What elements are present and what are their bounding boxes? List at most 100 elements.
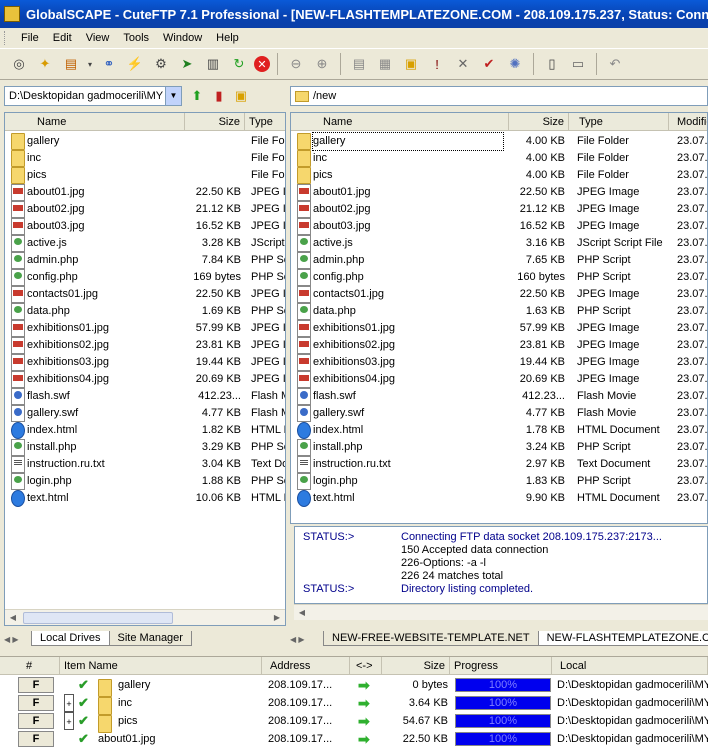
- file-row[interactable]: about01.jpg 22.50 KB JPEG Image 23.07.: [291, 184, 707, 201]
- disconnect-icon[interactable]: ⚡: [124, 53, 146, 75]
- file-row[interactable]: about02.jpg 21.12 KB JPEG Image 23.07.: [291, 201, 707, 218]
- queue-col-progress[interactable]: Progress: [450, 657, 552, 675]
- queue-row[interactable]: F ✔ gallery 208.109.17... ➡ 0 bytes 100% D:\Des…: [0, 676, 708, 697]
- file-row[interactable]: pics 4.00 KB File Folder 23.07.: [291, 167, 707, 184]
- open-site-icon[interactable]: ◎: [8, 53, 30, 75]
- tab-nav-arrows[interactable]: ◀ ▶: [290, 635, 324, 646]
- file-row[interactable]: gallery File Folder: [5, 133, 285, 150]
- scroll-right-icon[interactable]: ▶: [271, 612, 283, 624]
- file-row[interactable]: instruction.ru.txt 3.04 KB Text Document: [5, 456, 285, 473]
- scroll-left-icon[interactable]: ◀: [7, 612, 19, 624]
- download-arrow-icon[interactable]: ⊖: [285, 53, 307, 75]
- file-row[interactable]: index.html 1.82 KB HTML Document: [5, 422, 285, 439]
- file-row[interactable]: index.html 1.78 KB HTML Document 23.07.: [291, 422, 707, 439]
- queue-row[interactable]: F + ✔ inc 208.109.17... ➡ 3.64 KB 100% D:\Deskto…: [0, 694, 708, 715]
- queue-col-direction[interactable]: <->: [350, 657, 382, 675]
- local-col-size[interactable]: Size: [185, 113, 245, 131]
- queue-col-address[interactable]: Address: [262, 657, 350, 675]
- file-row[interactable]: exhibitions02.jpg 23.81 KB JPEG Image 23.07…: [291, 337, 707, 354]
- file-row[interactable]: instruction.ru.txt 2.97 KB Text Document 23…: [291, 456, 707, 473]
- file-row[interactable]: gallery.swf 4.77 KB Flash Movie: [5, 405, 285, 422]
- refresh-icon[interactable]: ↻: [228, 53, 250, 75]
- queue-col-local[interactable]: Local: [552, 657, 708, 675]
- local-horizontal-scrollbar[interactable]: ◀ ▶: [5, 609, 285, 625]
- file-row[interactable]: inc 4.00 KB File Folder 23.07.: [291, 150, 707, 167]
- remote-path-combo[interactable]: /new: [290, 86, 708, 106]
- file-row[interactable]: active.js 3.28 KB JScript Script File: [5, 235, 285, 252]
- tab-nav-arrows[interactable]: ◀ ▶: [4, 635, 32, 646]
- menu-view[interactable]: View: [79, 32, 117, 44]
- local-col-name[interactable]: Name: [5, 113, 185, 131]
- tab-site-new-free-website-template[interactable]: NEW-FREE-WEBSITE-TEMPLATE.NET: [323, 631, 539, 646]
- exclaim-icon[interactable]: !: [426, 53, 448, 75]
- file-row[interactable]: config.php 160 bytes PHP Script 23.07.: [291, 269, 707, 286]
- file-row[interactable]: data.php 1.69 KB PHP Script: [5, 303, 285, 320]
- upload-arrow-icon[interactable]: ⊕: [311, 53, 333, 75]
- file-row[interactable]: exhibitions02.jpg 23.81 KB JPEG Image: [5, 337, 285, 354]
- file-row[interactable]: login.php 1.83 KB PHP Script 23.07.: [291, 473, 707, 490]
- file-row[interactable]: text.html 9.90 KB HTML Document 23.07.: [291, 490, 707, 507]
- undo-icon[interactable]: ↶: [604, 53, 626, 75]
- file-row[interactable]: pics File Folder: [5, 167, 285, 184]
- file-row[interactable]: gallery.swf 4.77 KB Flash Movie 23.07.: [291, 405, 707, 422]
- queue-flag-button[interactable]: F: [18, 713, 54, 729]
- file-row[interactable]: data.php 1.63 KB PHP Script 23.07.: [291, 303, 707, 320]
- file-row[interactable]: gallery 4.00 KB File Folder 23.07.: [291, 132, 707, 151]
- dropdown-icon[interactable]: ▾: [86, 53, 94, 75]
- menu-file[interactable]: File: [14, 32, 46, 44]
- file-row[interactable]: active.js 3.16 KB JScript Script File 23.07…: [291, 235, 707, 252]
- remote-col-size[interactable]: Size: [509, 113, 569, 131]
- bookmark-icon[interactable]: ▮: [208, 85, 230, 107]
- view-icon[interactable]: ▤: [348, 53, 370, 75]
- tab-site-new-flashtemplatezone[interactable]: NEW-FLASHTEMPLATEZONE.COM: [537, 631, 708, 646]
- connect-icon[interactable]: ⚭: [98, 53, 120, 75]
- queue-row[interactable]: F ✔ about01.jpg 208.109.17... ➡ 22.50 KB 100% D…: [0, 730, 708, 748]
- folder-icon[interactable]: ▣: [230, 85, 252, 107]
- file-row[interactable]: contacts01.jpg 22.50 KB JPEG Image 23.07.: [291, 286, 707, 303]
- scroll-left-icon[interactable]: ◀: [296, 607, 308, 619]
- file-row[interactable]: inc File Folder: [5, 150, 285, 167]
- remote-col-name[interactable]: Name: [291, 113, 509, 131]
- menu-help[interactable]: Help: [209, 32, 246, 44]
- chevron-down-icon[interactable]: ▼: [165, 87, 181, 105]
- stop-icon[interactable]: ✕: [254, 56, 270, 72]
- queue-col-num[interactable]: #: [0, 657, 60, 675]
- file-row[interactable]: exhibitions03.jpg 19.44 KB JPEG Image: [5, 354, 285, 371]
- menu-edit[interactable]: Edit: [46, 32, 79, 44]
- file-row[interactable]: about02.jpg 21.12 KB JPEG Image: [5, 201, 285, 218]
- file-row[interactable]: exhibitions01.jpg 57.99 KB JPEG Image: [5, 320, 285, 337]
- file-row[interactable]: exhibitions04.jpg 20.69 KB JPEG Image: [5, 371, 285, 388]
- page-icon[interactable]: ▯: [541, 53, 563, 75]
- file-row[interactable]: flash.swf 412.23... Flash Movie: [5, 388, 285, 405]
- file-row[interactable]: text.html 10.06 KB HTML Document: [5, 490, 285, 507]
- edit-icon[interactable]: ▦: [374, 53, 396, 75]
- transfer-icon[interactable]: ➤: [176, 53, 198, 75]
- file-row[interactable]: contacts01.jpg 22.50 KB JPEG Image: [5, 286, 285, 303]
- scroll-thumb[interactable]: [23, 612, 173, 624]
- file-row[interactable]: about03.jpg 16.52 KB JPEG Image: [5, 218, 285, 235]
- queue-flag-button[interactable]: F: [18, 695, 54, 711]
- file-row[interactable]: install.php 3.29 KB PHP Script: [5, 439, 285, 456]
- file-row[interactable]: exhibitions03.jpg 19.44 KB JPEG Image 23.07…: [291, 354, 707, 371]
- menu-window[interactable]: Window: [156, 32, 209, 44]
- file-row[interactable]: about01.jpg 22.50 KB JPEG Image: [5, 184, 285, 201]
- remote-col-modified[interactable]: Modified: [669, 113, 707, 131]
- new-icon[interactable]: ▤: [60, 53, 82, 75]
- file-row[interactable]: exhibitions04.jpg 20.69 KB JPEG Image 23.07…: [291, 371, 707, 388]
- file-row[interactable]: flash.swf 412.23... Flash Movie 23.07.: [291, 388, 707, 405]
- delete-icon[interactable]: ✕: [452, 53, 474, 75]
- reconnect-icon[interactable]: ⚙: [150, 53, 172, 75]
- log-horizontal-scrollbar[interactable]: ◀: [294, 604, 708, 620]
- file-row[interactable]: admin.php 7.84 KB PHP Script: [5, 252, 285, 269]
- disk-icon[interactable]: ▭: [567, 53, 589, 75]
- tab-site-manager[interactable]: Site Manager: [108, 631, 192, 646]
- up-folder-icon[interactable]: ⬆: [186, 85, 208, 107]
- download-icon[interactable]: ▥: [202, 53, 224, 75]
- new-folder-icon[interactable]: ▣: [400, 53, 422, 75]
- file-row[interactable]: about03.jpg 16.52 KB JPEG Image 23.07.: [291, 218, 707, 235]
- file-row[interactable]: config.php 169 bytes PHP Script: [5, 269, 285, 286]
- queue-flag-button[interactable]: F: [18, 731, 54, 747]
- expand-icon[interactable]: +: [64, 694, 74, 712]
- properties-icon[interactable]: ✔: [478, 53, 500, 75]
- expand-icon[interactable]: +: [64, 712, 74, 730]
